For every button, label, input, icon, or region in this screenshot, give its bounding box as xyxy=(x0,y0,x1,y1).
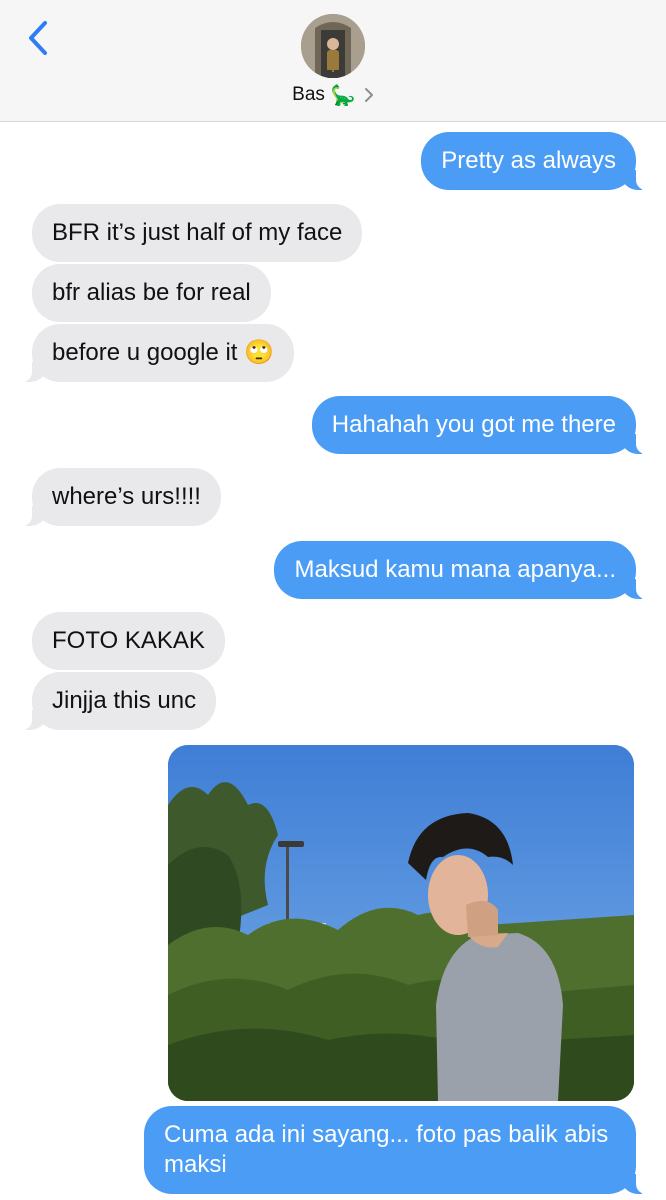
contact-name-row[interactable]: Bas 🦕 xyxy=(0,80,666,110)
message-incoming[interactable]: where’s urs!!!! xyxy=(18,468,221,526)
contact-name: Bas xyxy=(292,84,325,105)
chevron-right-icon xyxy=(364,88,373,102)
photo-attachment[interactable] xyxy=(168,745,634,1101)
person-outdoors-photo xyxy=(168,745,634,1101)
message-incoming[interactable]: bfr alias be for real xyxy=(32,264,271,322)
avatar-photo xyxy=(301,14,365,78)
message-outgoing[interactable]: Cuma ada ini sayang... foto pas balik ab… xyxy=(144,1106,650,1194)
message-incoming[interactable]: before u google it 🙄 xyxy=(17,324,295,382)
contact-avatar[interactable] xyxy=(301,14,365,78)
chevron-left-icon xyxy=(29,21,47,55)
dinosaur-emoji: 🦕 xyxy=(330,84,356,107)
message-outgoing[interactable]: Pretty as always xyxy=(421,132,650,190)
message-incoming[interactable]: BFR it’s just half of my face xyxy=(32,204,363,262)
message-outgoing[interactable]: Maksud kamu mana apanya... xyxy=(274,541,650,599)
conversation-header: Bas 🦕 xyxy=(0,0,666,122)
message-outgoing[interactable]: Hahahah you got me there xyxy=(311,396,651,454)
back-button[interactable] xyxy=(18,16,58,60)
message-incoming[interactable]: FOTO KAKAK xyxy=(32,612,225,670)
message-incoming[interactable]: Jinjja this unc xyxy=(17,672,217,730)
